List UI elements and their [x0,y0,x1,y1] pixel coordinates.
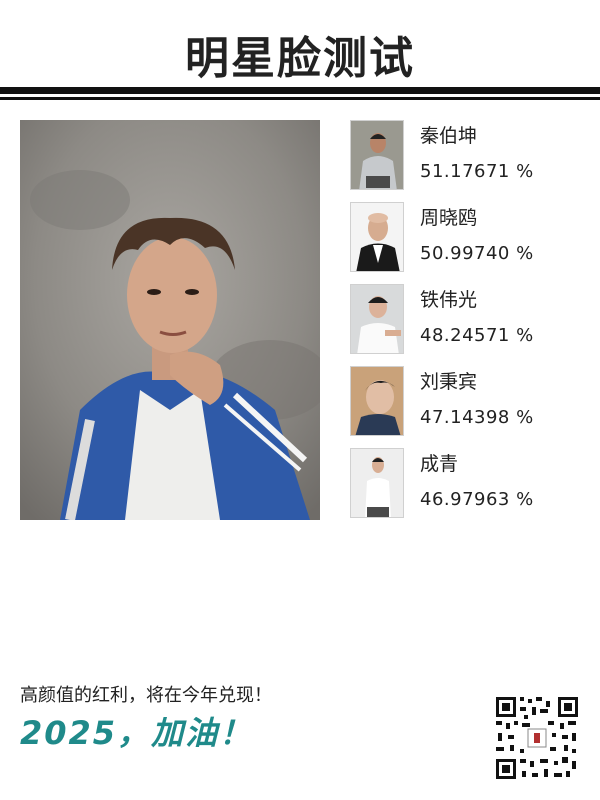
similarity-score: 46.97963 % [420,489,534,510]
similarity-score: 47.14398 % [420,407,534,428]
celebrity-name: 成青 [420,453,459,475]
match-item[interactable]: 刘秉宾 47.14398 % [350,366,590,438]
match-item[interactable]: 秦伯坤 51.17671 % [350,120,590,192]
main-face-photo [20,120,320,520]
match-item[interactable]: 铁伟光 48.24571 % [350,284,590,356]
celebrity-name: 刘秉宾 [420,371,478,393]
similarity-score: 50.99740 % [420,243,534,264]
celebrity-photo [350,120,404,190]
match-item[interactable]: 成青 46.97963 % [350,448,590,520]
result-page: 明星脸测试 秦伯坤 51.17671 % 周晓鸥 50.99740 % 铁伟光 … [0,0,600,800]
match-item[interactable]: 周晓鸥 50.99740 % [350,202,590,274]
similarity-score: 48.24571 % [420,325,534,346]
celebrity-photo [350,448,404,518]
page-title: 明星脸测试 [185,33,415,84]
celebrity-photo [350,366,404,436]
header-divider-thin [0,97,600,100]
cheer-text: 2025，加油！ [20,714,254,752]
celebrity-name: 铁伟光 [420,289,478,311]
slogan-text: 高颜值的红利，将在今年兑现！ [20,685,272,706]
celebrity-photo [350,202,404,272]
celebrity-name: 周晓鸥 [420,207,478,229]
qr-code-icon[interactable] [494,695,580,781]
header-divider-thick [0,87,600,94]
celebrity-photo [350,284,404,354]
similarity-score: 51.17671 % [420,161,534,182]
celebrity-name: 秦伯坤 [420,125,478,147]
